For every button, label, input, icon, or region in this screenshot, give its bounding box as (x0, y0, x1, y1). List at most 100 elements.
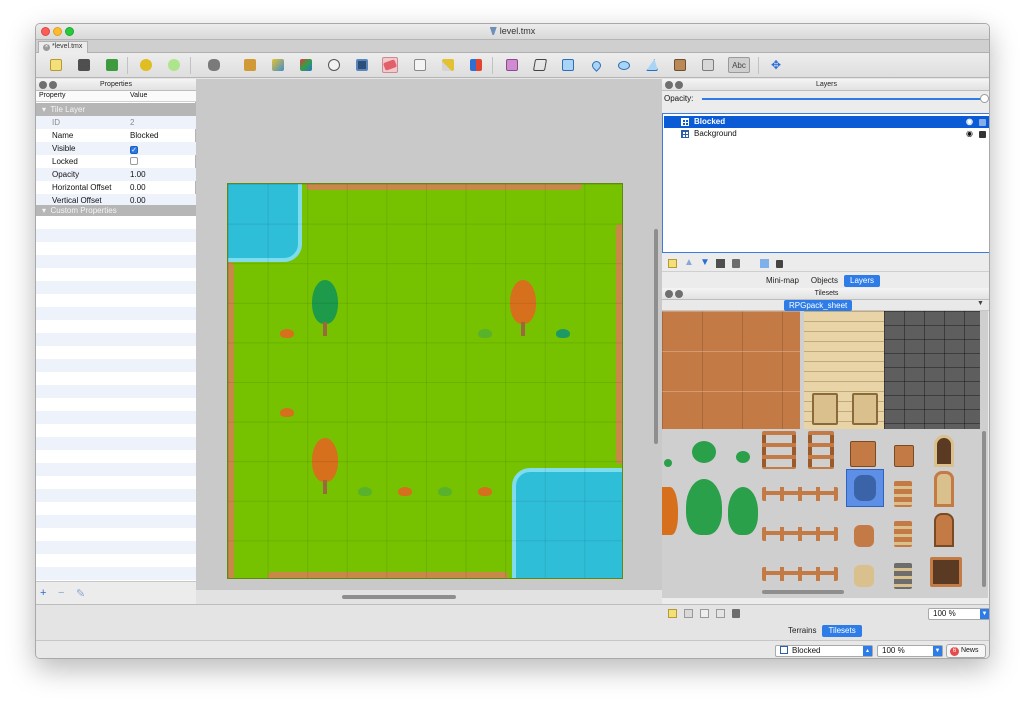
object-select-button[interactable] (504, 57, 520, 73)
tree-tile[interactable] (686, 479, 722, 535)
prop-row-id[interactable]: ID 2 (36, 116, 196, 129)
tab-terrains[interactable]: Terrains (782, 625, 822, 637)
new-map-button[interactable] (48, 57, 64, 73)
export-tileset-icon[interactable] (700, 609, 709, 618)
barrel-tile-selected[interactable] (854, 475, 876, 501)
prop-value-name[interactable]: Blocked (130, 131, 158, 140)
tab-mini-map[interactable]: Mini-map (760, 275, 805, 287)
group-tile-layer[interactable]: ▾ Tile Layer (36, 103, 196, 116)
bucket-fill-button[interactable] (270, 57, 286, 73)
tiny-bush-tile[interactable] (664, 459, 672, 467)
prop-row-opacity[interactable]: Opacity 1.00 (36, 168, 196, 181)
toggle-other-layers-icon[interactable] (760, 259, 769, 268)
box-tile[interactable] (894, 445, 914, 467)
delete-layer-icon[interactable] (732, 259, 740, 268)
eye-icon[interactable]: ◉ (966, 117, 973, 126)
lock-icon[interactable] (979, 119, 986, 126)
prop-row-horizontal-offset[interactable]: Horizontal Offset 0.00 (36, 181, 196, 194)
opacity-slider-track[interactable] (702, 98, 982, 100)
prop-value-horizontal-offset[interactable]: 0.00 (130, 183, 146, 192)
select-same-tile-button[interactable] (440, 57, 456, 73)
random-mode-button[interactable] (326, 57, 342, 73)
insert-point-button[interactable] (588, 57, 604, 73)
tree-tile[interactable] (728, 487, 758, 535)
remove-property-icon[interactable]: − (58, 587, 64, 599)
barrel-tile[interactable] (854, 525, 874, 547)
open-button[interactable] (76, 57, 92, 73)
opacity-slider-handle[interactable] (980, 94, 989, 103)
duplicate-layer-icon[interactable] (716, 259, 725, 268)
crate-tile[interactable] (852, 393, 878, 425)
prop-row-locked[interactable]: Locked (36, 155, 196, 168)
tileset-menu-chevron-icon[interactable]: ▼ (977, 300, 984, 307)
tile-map[interactable] (227, 183, 623, 579)
shape-fill-button[interactable] (298, 57, 314, 73)
layer-select[interactable]: Blocked ▴ (775, 645, 873, 657)
lower-layer-icon[interactable]: ▼ (700, 257, 710, 268)
close-panel-icon[interactable] (665, 290, 673, 298)
tab-layers[interactable]: Layers (844, 275, 881, 287)
door-tile[interactable] (934, 435, 954, 467)
tileset-horizontal-scrollbar[interactable] (762, 590, 844, 594)
tileset-view[interactable] (662, 311, 988, 599)
new-layer-icon[interactable] (668, 259, 677, 268)
ladder-tile[interactable] (762, 431, 796, 469)
news-button[interactable]: 6 News (946, 644, 986, 658)
barrel-tile[interactable] (894, 521, 912, 547)
sack-tile[interactable] (854, 565, 874, 587)
tree-tile-orange[interactable] (662, 487, 678, 535)
layer-row-blocked[interactable]: Blocked ◉ (664, 116, 989, 128)
map-horizontal-scrollbar[interactable] (342, 595, 456, 599)
insert-ellipse-button[interactable] (616, 57, 632, 73)
close-panel-icon[interactable] (665, 81, 673, 89)
tab-objects[interactable]: Objects (805, 275, 844, 287)
prop-row-name[interactable]: Name Blocked (36, 129, 196, 142)
float-panel-icon[interactable] (675, 81, 683, 89)
prop-row-visible[interactable]: Visible ✓ (36, 142, 196, 155)
roof-tiles[interactable] (662, 311, 800, 429)
tileset-tab-rpgpack[interactable]: RPGpack_sheet (784, 300, 853, 311)
fence-tile[interactable] (762, 527, 838, 541)
map-viewport[interactable] (196, 79, 662, 589)
move-button[interactable]: ✥ (768, 57, 784, 73)
edit-polygon-button[interactable] (532, 57, 548, 73)
remove-tileset-icon[interactable] (732, 609, 740, 618)
lock-other-layers-icon[interactable] (776, 260, 783, 268)
window-tile[interactable] (934, 471, 954, 507)
prop-value-vertical-offset[interactable]: 0.00 (130, 196, 146, 205)
add-property-icon[interactable]: + (40, 587, 46, 599)
float-panel-icon[interactable] (675, 290, 683, 298)
barrel-tile[interactable] (894, 563, 912, 589)
fence-tile[interactable] (762, 567, 838, 581)
insert-rectangle-button[interactable] (560, 57, 576, 73)
magic-wand-button[interactable] (412, 57, 428, 73)
column-value[interactable]: Value (130, 92, 147, 99)
insert-text-button[interactable]: Abc (728, 57, 750, 73)
edit-tileset-icon[interactable] (716, 609, 725, 618)
tileset-zoom-select[interactable]: 100 % ▼ (928, 608, 989, 620)
document-tab[interactable]: × *level.tmx (38, 41, 88, 53)
door-tile[interactable] (934, 513, 954, 547)
small-bush-tile[interactable] (736, 451, 750, 463)
eraser-button[interactable] (382, 57, 398, 73)
barrel-tile[interactable] (894, 481, 912, 507)
custom-properties-list[interactable] (36, 216, 196, 581)
redo-button[interactable] (166, 57, 182, 73)
eye-icon[interactable]: ◉ (966, 129, 973, 138)
tab-tilesets[interactable]: Tilesets (822, 625, 862, 637)
float-panel-icon[interactable] (49, 81, 57, 89)
fence-tile[interactable] (762, 487, 838, 501)
insert-tile-button[interactable] (672, 57, 688, 73)
ladder-tile[interactable] (808, 431, 834, 469)
close-tab-icon[interactable]: × (43, 44, 50, 51)
save-button[interactable] (104, 57, 120, 73)
locked-checkbox[interactable] (130, 157, 138, 165)
insert-template-button[interactable] (700, 57, 716, 73)
embed-tileset-icon[interactable] (684, 609, 693, 618)
crate-tile[interactable] (812, 393, 838, 425)
insert-polygon-button[interactable] (644, 57, 660, 73)
window-tile[interactable] (930, 557, 962, 587)
close-panel-icon[interactable] (39, 81, 47, 89)
layer-row-background[interactable]: Background ◉ (664, 128, 989, 140)
prop-value-opacity[interactable]: 1.00 (130, 170, 146, 179)
